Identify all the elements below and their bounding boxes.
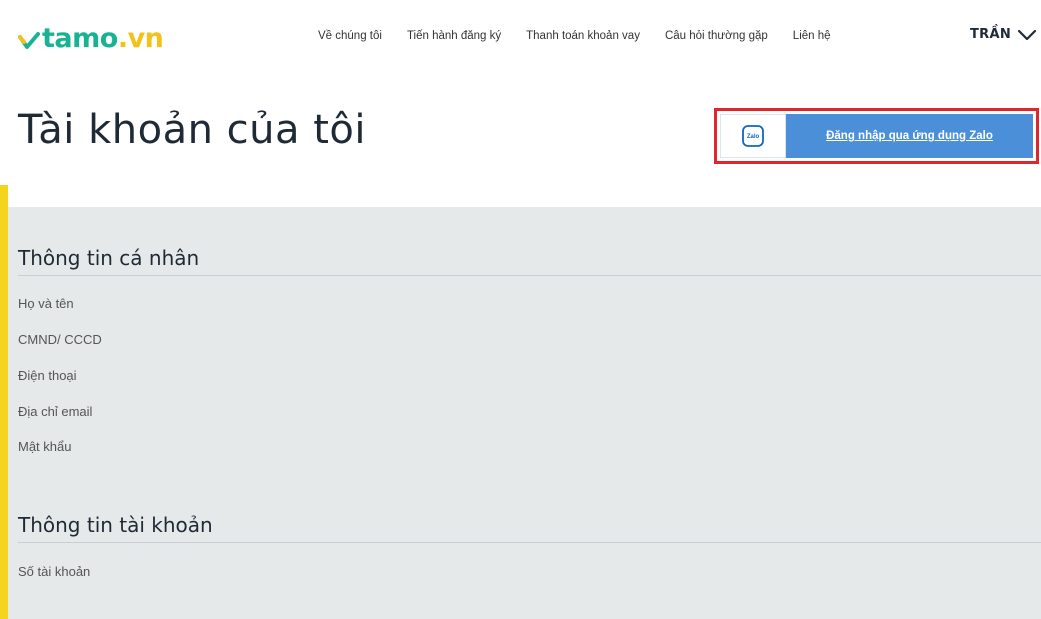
chevron-down-icon bbox=[1017, 29, 1037, 40]
main-nav: Về chúng tôi Tiến hành đăng ký Thanh toá… bbox=[318, 30, 856, 42]
zalo-icon: Zalo bbox=[742, 125, 764, 147]
header: tamo.vn Về chúng tôi Tiến hành đăng ký T… bbox=[0, 0, 1041, 80]
logo-check-icon bbox=[18, 32, 40, 49]
tamo-logo[interactable]: tamo.vn bbox=[18, 22, 164, 56]
zalo-login-highlight: Zalo Đăng nhập qua ứng dụng Zalo bbox=[714, 108, 1039, 164]
zalo-login-label[interactable]: Đăng nhập qua ứng dụng Zalo bbox=[826, 130, 993, 142]
account-panel: Thông tin cá nhân Họ và tên CMND/ CCCD Đ… bbox=[8, 207, 1041, 619]
left-accent-stripe bbox=[0, 185, 8, 619]
field-id-number: CMND/ CCCD bbox=[18, 332, 102, 347]
personal-info-divider bbox=[18, 275, 1041, 276]
nav-faq[interactable]: Câu hỏi thường gặp bbox=[665, 30, 768, 42]
account-info-divider bbox=[18, 542, 1041, 543]
logo-suffix-text: .vn bbox=[117, 23, 164, 54]
logo-brand-text: tamo bbox=[42, 23, 118, 54]
field-phone: Điện thoại bbox=[18, 368, 77, 383]
field-email: Địa chỉ email bbox=[18, 404, 93, 419]
nav-register[interactable]: Tiến hành đăng ký bbox=[407, 30, 501, 42]
account-info-heading: Thông tin tài khoản bbox=[18, 513, 213, 537]
field-password: Mật khẩu bbox=[18, 439, 72, 454]
page-title: Tài khoản của tôi bbox=[18, 107, 367, 153]
zalo-icon-box: Zalo bbox=[720, 114, 786, 158]
user-name: TRẦN bbox=[970, 27, 1012, 42]
page: tamo.vn Về chúng tôi Tiến hành đăng ký T… bbox=[0, 0, 1041, 619]
zalo-icon-text: Zalo bbox=[747, 134, 760, 140]
nav-about[interactable]: Về chúng tôi bbox=[318, 30, 382, 42]
field-account-number: Số tài khoản bbox=[18, 564, 91, 579]
field-full-name: Họ và tên bbox=[18, 296, 74, 311]
zalo-label-box: Đăng nhập qua ứng dụng Zalo bbox=[786, 114, 1033, 158]
user-menu[interactable]: TRẦN bbox=[970, 27, 1037, 42]
personal-info-heading: Thông tin cá nhân bbox=[18, 246, 200, 270]
zalo-login-button[interactable]: Zalo Đăng nhập qua ứng dụng Zalo bbox=[720, 114, 1033, 158]
nav-loan-payment[interactable]: Thanh toán khoản vay bbox=[526, 30, 640, 42]
nav-contact[interactable]: Liên hệ bbox=[793, 30, 831, 42]
